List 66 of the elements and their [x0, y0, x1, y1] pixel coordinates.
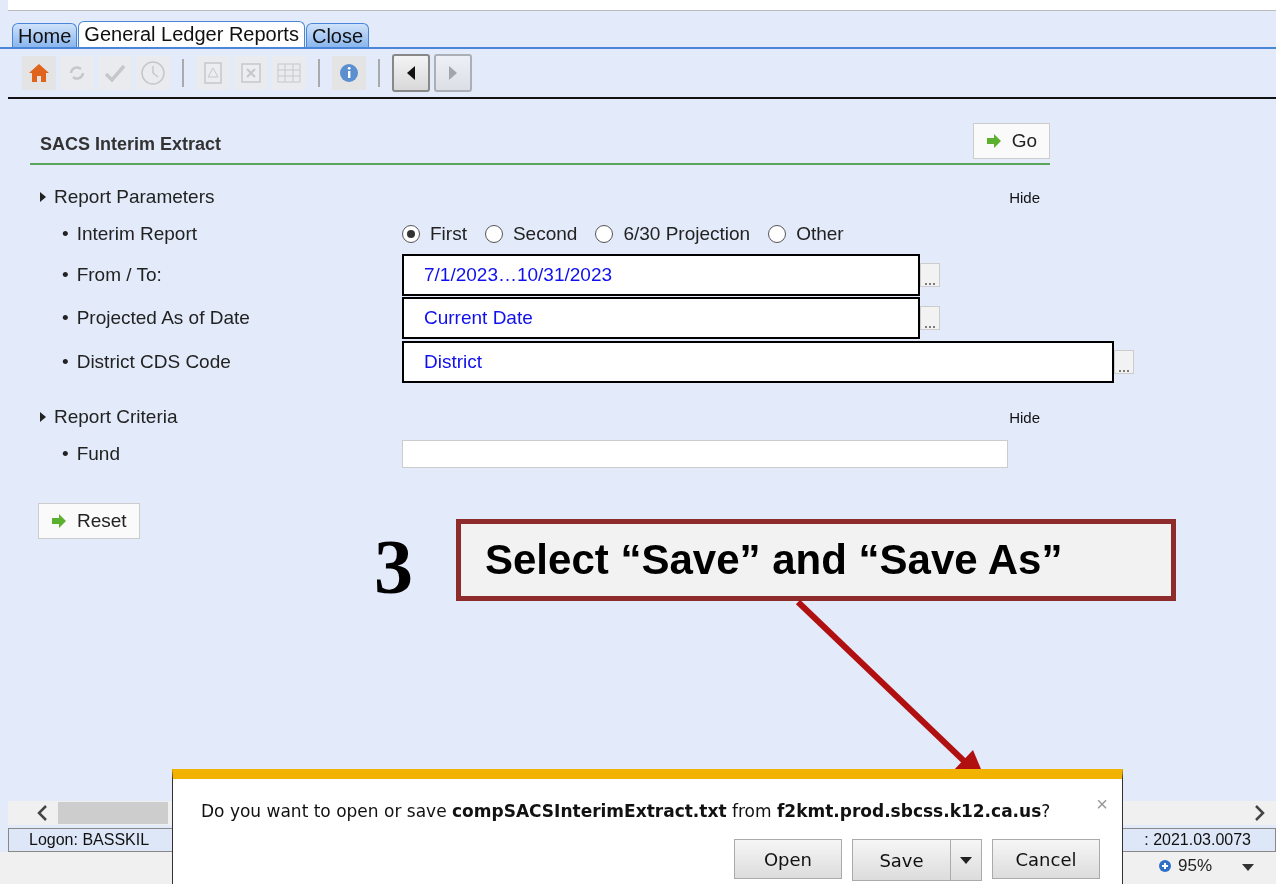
ellipsis-icon: [924, 281, 936, 286]
lookup-button[interactable]: [920, 305, 940, 330]
radio-button[interactable]: [768, 225, 787, 243]
bullet: •: [62, 306, 69, 329]
ellipsis-icon: [1118, 369, 1130, 373]
radio-button[interactable]: [402, 225, 420, 243]
logon-text: Logon: BASSKIL: [29, 831, 150, 849]
info-icon[interactable]: [339, 63, 359, 83]
input-field[interactable]: District: [402, 341, 1114, 383]
arrow-icon: [51, 514, 67, 528]
input-field[interactable]: [402, 440, 1008, 468]
input-field[interactable]: 7/1/2023…10/31/2023: [402, 253, 920, 296]
report-title: SACS Interim Extract: [40, 134, 222, 156]
radio-option[interactable]: 6/30 Projection: [595, 223, 751, 245]
go-button[interactable]: Go: [972, 123, 1050, 159]
hide-link[interactable]: Hide: [1009, 408, 1040, 426]
lookup-button[interactable]: [1114, 350, 1134, 374]
step-number: 3: [374, 522, 413, 612]
field-label: From / To:: [76, 263, 162, 286]
radio-label: Second: [512, 223, 578, 245]
tab[interactable]: Home: [12, 23, 78, 47]
lookup-button[interactable]: [920, 262, 940, 287]
radio-option[interactable]: Other: [768, 223, 844, 245]
tab[interactable]: Close: [305, 23, 370, 47]
ellipsis-icon: [924, 324, 936, 329]
field-label: Fund: [76, 443, 120, 465]
expand-triangle-icon[interactable]: [40, 412, 46, 422]
home-icon[interactable]: [28, 63, 50, 83]
radio-label: Other: [796, 223, 844, 245]
radio-label: 6/30 Projection: [623, 223, 751, 245]
zoom-level[interactable]: 95%: [1157, 856, 1212, 876]
dropdown-caret-icon[interactable]: [1242, 864, 1254, 872]
save-button[interactable]: Save: [853, 840, 951, 880]
zoom-in-icon: [1157, 859, 1172, 873]
hide-link[interactable]: Hide: [1009, 188, 1040, 206]
radio-button[interactable]: [484, 225, 503, 243]
left-triangle-icon: [406, 65, 416, 81]
scroll-left-icon[interactable]: [36, 805, 48, 821]
bullet: •: [62, 351, 69, 373]
field-label: Projected As of Date: [76, 306, 250, 329]
arrow-icon: [985, 134, 1002, 148]
bullet: •: [62, 263, 69, 286]
radio-label: First: [430, 223, 467, 245]
callout-box: Select “Save” and “Save As”: [456, 519, 1176, 601]
section-title: Report Criteria: [54, 406, 178, 428]
scrollbar-thumb[interactable]: [58, 802, 168, 824]
dialog-button[interactable]: Cancel: [992, 839, 1100, 879]
input-field[interactable]: Current Date: [402, 296, 920, 339]
radio-option[interactable]: First: [402, 223, 467, 245]
expand-triangle-icon[interactable]: [40, 192, 46, 202]
field-label: District CDS Code: [76, 351, 231, 373]
reset-button[interactable]: Reset: [38, 503, 140, 539]
radio-button[interactable]: [595, 225, 614, 243]
scroll-right-icon[interactable]: [1254, 805, 1266, 821]
dialog-message: Do you want to open or save compSACSInterimExtract.txt from f2kmt.prod.sbcss.k12.ca.us?: [201, 801, 1051, 821]
bullet: •: [62, 443, 69, 465]
radio-option[interactable]: Second: [484, 223, 578, 245]
field-label: Interim Report: [76, 223, 198, 245]
tab[interactable]: General Ledger Reports: [78, 21, 305, 47]
caret-icon: [960, 856, 972, 864]
back-button[interactable]: [392, 54, 430, 92]
section-title: Report Parameters: [54, 186, 215, 208]
version-text: : 2021.03.0073: [1144, 831, 1251, 849]
right-triangle-icon: [448, 65, 458, 81]
dialog-button[interactable]: Open: [734, 839, 842, 879]
bullet: •: [62, 223, 69, 245]
